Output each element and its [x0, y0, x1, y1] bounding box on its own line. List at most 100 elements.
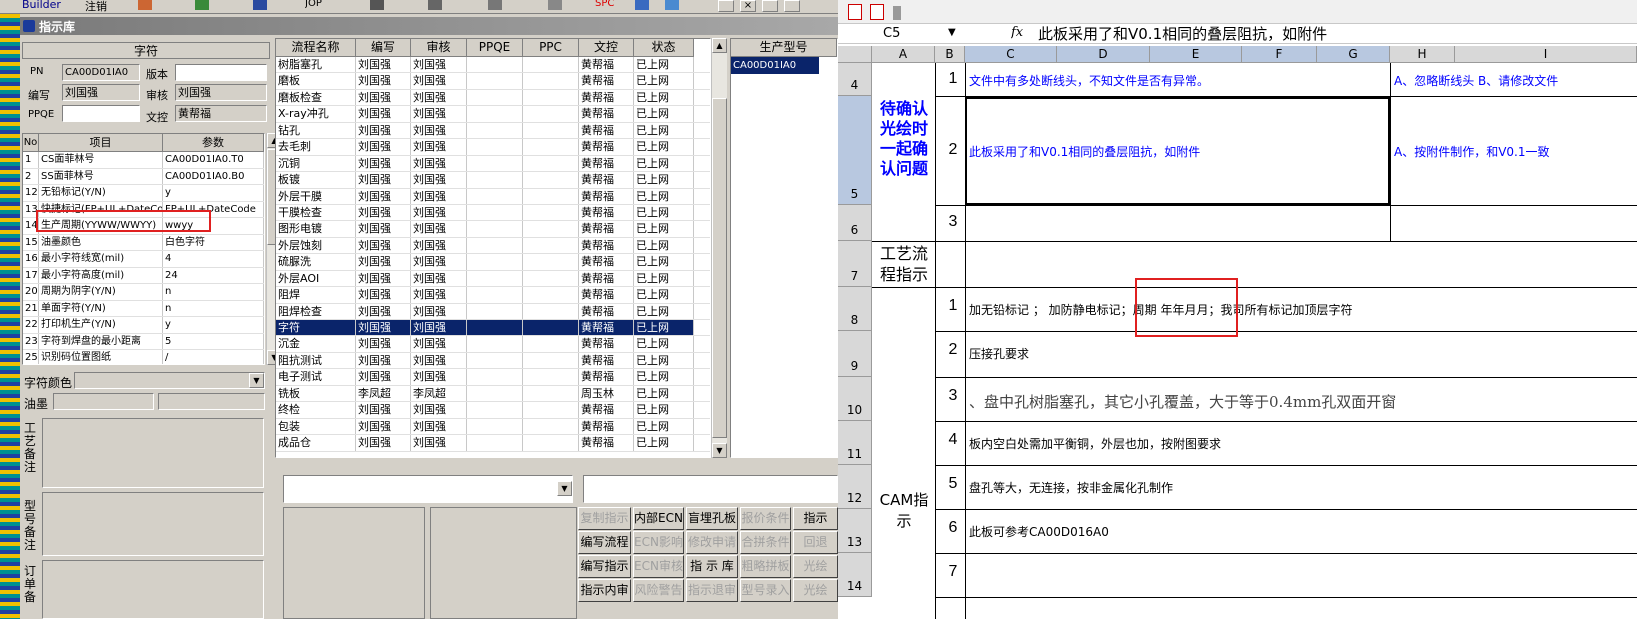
action-button[interactable]: 光绘 — [793, 579, 838, 602]
order-note-textarea[interactable] — [42, 560, 264, 619]
author-field[interactable]: 刘国强 — [62, 84, 140, 101]
table-row[interactable]: 外层AOI 刘国强 刘国强 黄帮福 已上网 — [276, 270, 710, 288]
column-header[interactable]: E — [1150, 46, 1242, 63]
params-grid[interactable]: No 项目 参数 1 CS面菲林号 CA00D01IA0.T0 2 SS面菲林号 CA00… — [22, 133, 265, 365]
table-row[interactable]: 树脂塞孔 刘国强 刘国强 黄帮福 已上网 — [276, 57, 710, 74]
column-header[interactable]: A — [872, 46, 935, 63]
version-field[interactable] — [175, 64, 267, 81]
name-box-chevron-down-icon[interactable]: ▼ — [948, 27, 956, 38]
column-header[interactable]: I — [1455, 46, 1637, 63]
table-row[interactable]: 阻焊 刘国强 刘国强 黄帮福 已上网 — [276, 287, 710, 304]
models-list[interactable]: 生产型号 CA00D01IA0 — [730, 38, 838, 458]
char-color-select[interactable]: ▼ — [74, 372, 265, 389]
table-row[interactable]: 外层蚀刻 刘国强 刘国强 黄帮福 已上网 — [276, 237, 710, 255]
action-button[interactable]: 合拼条件 — [740, 531, 791, 554]
review-field[interactable]: 刘国强 — [175, 84, 267, 101]
row-header[interactable]: 5 — [838, 96, 872, 205]
spc-button[interactable]: SPC — [595, 0, 614, 9]
cam-text[interactable]: 盘孔等大，无连接，按非金属化孔制作 — [969, 479, 1173, 496]
table-row[interactable]: 15 油墨颜色 白色字符 — [23, 234, 264, 251]
column-header[interactable]: G — [1317, 46, 1390, 63]
table-row[interactable]: 图形电镀 刘国强 刘国强 黄帮福 已上网 — [276, 221, 710, 238]
table-row[interactable]: 阻焊检查 刘国强 刘国强 黄帮福 已上网 — [276, 303, 710, 320]
action-button[interactable]: 粗略拼板 — [740, 555, 791, 578]
table-row[interactable]: 12 无铅标记(Y/N) y — [23, 185, 264, 202]
doc-field[interactable]: 黄帮福 — [175, 105, 267, 122]
aux-field[interactable] — [583, 475, 838, 503]
flow-scrollbar[interactable]: ▲ ▼ — [711, 38, 727, 458]
column-header[interactable]: C — [965, 46, 1057, 63]
name-box[interactable]: C5 — [843, 25, 948, 43]
cam-text[interactable]: 此板可参考CA00D016A0 — [969, 523, 1109, 540]
row-header[interactable]: 12 — [838, 465, 872, 509]
scroll-thumb[interactable] — [712, 98, 727, 438]
table-row[interactable]: 硫脲洗 刘国强 刘国强 黄帮福 已上网 — [276, 254, 710, 271]
toolbar-icon-word[interactable] — [253, 0, 267, 10]
table-row[interactable]: 终检 刘国强 刘国强 黄帮福 已上网 — [276, 402, 710, 419]
table-row[interactable]: 17 最小字符高度(mil) 24 — [23, 267, 264, 284]
table-row[interactable]: 干膜检查 刘国强 刘国强 黄帮福 已上网 — [276, 204, 710, 222]
toolbar-icon-6[interactable] — [548, 0, 562, 10]
logout-menu[interactable]: 注销 — [85, 0, 107, 14]
table-row[interactable]: 22 打印机生产(Y/N) y — [23, 317, 264, 334]
ppqe-field[interactable] — [62, 105, 140, 122]
action-button[interactable]: 指示内审 — [578, 579, 631, 602]
model-note-textarea[interactable] — [42, 492, 264, 556]
builder-menu[interactable]: Builder — [22, 0, 61, 11]
table-row[interactable]: 铣板 李凤超 李凤超 周玉林 已上网 — [276, 385, 710, 403]
action-button[interactable]: ECN影响 — [633, 531, 684, 554]
toolbar-icon-3[interactable] — [370, 0, 384, 10]
column-header[interactable]: D — [1057, 46, 1150, 63]
action-button[interactable]: 指示退审 — [686, 579, 738, 602]
formula-input[interactable]: 此板采用了和V0.1相同的叠层阻抗，如附件 — [1038, 24, 1327, 44]
action-button[interactable]: 编写流程 — [578, 531, 631, 554]
table-row[interactable]: 成品仓 刘国强 刘国强 黄帮福 已上网 — [276, 435, 710, 452]
toolbar-icon-5[interactable] — [488, 0, 502, 10]
row-header[interactable]: 8 — [838, 287, 872, 331]
action-button[interactable]: 内部ECN — [633, 507, 684, 530]
row-header[interactable]: 11 — [838, 421, 872, 465]
table-row[interactable]: 21 单面字符(Y/N) n — [23, 300, 264, 317]
confirm-answer[interactable]: A、忽略断线头 B、请修改文件 — [1394, 72, 1558, 89]
table-row[interactable]: 1 CS面菲林号 CA00D01IA0.T0 — [23, 152, 264, 169]
table-row[interactable]: 阻抗测试 刘国强 刘国强 黄帮福 已上网 — [276, 352, 710, 370]
min-button[interactable] — [718, 0, 734, 12]
table-row[interactable]: 磨板 刘国强 刘国强 黄帮福 已上网 — [276, 73, 710, 90]
confirm-text[interactable]: 此板采用了和V0.1相同的叠层阻抗，如附件 — [969, 143, 1200, 160]
row-header[interactable]: 7 — [838, 241, 872, 287]
table-row[interactable]: 20 周期为阴字(Y/N) n — [23, 284, 264, 301]
table-row[interactable]: 电子测试 刘国强 刘国强 黄帮福 已上网 — [276, 369, 710, 386]
row-header[interactable]: 14 — [838, 553, 872, 597]
chevron-down-icon[interactable]: ▼ — [557, 481, 572, 496]
table-row[interactable]: 板镀 刘国强 刘国强 黄帮福 已上网 — [276, 172, 710, 189]
restore-button[interactable] — [762, 0, 778, 12]
pdf-export-icon[interactable] — [870, 4, 884, 20]
column-header[interactable]: B — [935, 46, 965, 63]
fx-icon[interactable]: fx — [1011, 25, 1023, 40]
table-row[interactable]: 23 字符到焊盘的最小距离 5 — [23, 333, 264, 350]
jop-button[interactable]: JOP — [305, 0, 322, 9]
confirm-text[interactable]: 文件中有多处断线头，不知文件是否有异常。 — [969, 72, 1209, 89]
action-button[interactable]: 风险警告 — [633, 579, 684, 602]
chevron-down-icon[interactable]: ▼ — [249, 373, 264, 388]
column-header[interactable]: H — [1390, 46, 1455, 63]
action-button[interactable]: 光绘 — [793, 555, 838, 578]
table-row[interactable]: 沉金 刘国强 刘国强 黄帮福 已上网 — [276, 336, 710, 353]
action-button[interactable]: 指 示 库 — [686, 555, 738, 578]
ink-field-2[interactable] — [158, 393, 265, 410]
toolbar-icon-7[interactable] — [635, 0, 649, 10]
action-button[interactable]: 复制指示 — [578, 507, 631, 530]
close-x-button[interactable]: × — [740, 0, 756, 12]
table-row[interactable]: 包装 刘国强 刘国强 黄帮福 已上网 — [276, 418, 710, 436]
action-button[interactable]: 指示 — [793, 507, 838, 530]
confirm-answer[interactable]: A、按附件制作，和V0.1一致 — [1394, 143, 1550, 160]
table-row[interactable]: 外层干膜 刘国强 刘国强 黄帮福 已上网 — [276, 188, 710, 205]
pn-field[interactable]: CA00D01IA0 — [62, 64, 140, 81]
table-row[interactable]: 16 最小字符线宽(mil) 4 — [23, 251, 264, 268]
action-button[interactable]: 盲埋孔板 — [686, 507, 738, 530]
close-button[interactable] — [784, 0, 800, 12]
row-header[interactable]: 13 — [838, 509, 872, 553]
action-button[interactable]: 回退 — [793, 531, 838, 554]
process-note-textarea[interactable] — [42, 418, 264, 488]
column-header[interactable]: F — [1242, 46, 1317, 63]
